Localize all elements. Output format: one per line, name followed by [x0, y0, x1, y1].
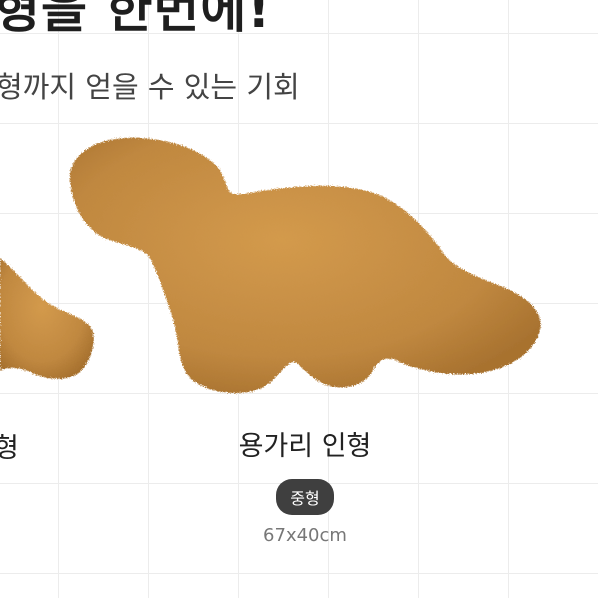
center-product-image[interactable] [69, 137, 541, 393]
left-product-name: 형 [0, 433, 19, 464]
product-dimensions: 67x40cm [263, 525, 347, 546]
product-card[interactable]: 용가리 인형 중형 67x40cm [200, 424, 410, 546]
left-product-image[interactable] [0, 258, 94, 379]
product-name: 용가리 인형 [238, 431, 372, 462]
size-badge: 중형 [276, 479, 334, 515]
